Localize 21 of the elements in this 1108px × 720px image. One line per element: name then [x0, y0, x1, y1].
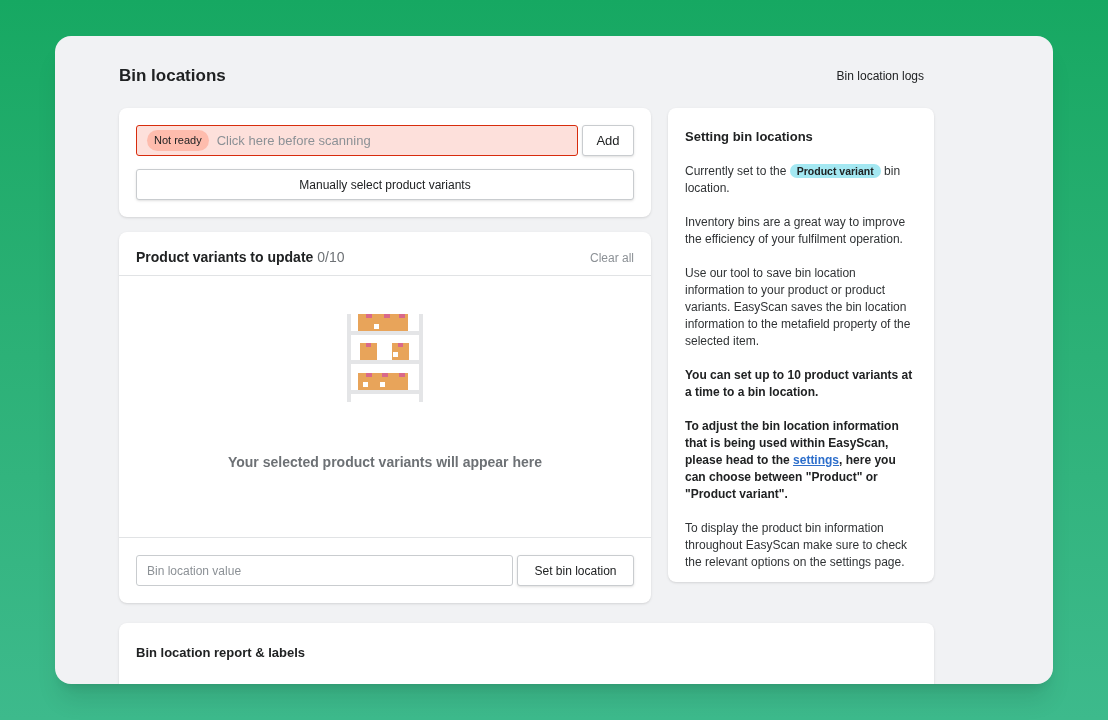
manual-select-button[interactable]: Manually select product variants — [136, 169, 634, 200]
panel-title: Setting bin locations — [685, 128, 814, 146]
page-title: Bin locations — [119, 65, 226, 88]
panel-paragraph: Currently set to the Product variant bin location. — [685, 162, 902, 197]
card-title: Bin location report & labels — [136, 644, 307, 662]
card-title: Product variants to update — [136, 249, 314, 265]
setting-badge: Product variant — [789, 163, 881, 178]
variant-count: 0/10 — [317, 249, 345, 265]
panel-paragraph: To adjust the bin location information that is being used within EasyScan, please head to the settings, here you can choose between "Product" or "Product variant". — [685, 417, 900, 503]
panel-paragraph: You can set up to 10 product variants at a time to a bin location. — [685, 366, 914, 401]
empty-state-message: Your selected product variants will appear here — [227, 453, 543, 472]
panel-paragraph: To display the product bin information throughout EasyScan make sure to check the relevant options on the settings page. — [685, 519, 909, 571]
scan-field[interactable]: Not ready Click here before scanning — [136, 125, 578, 156]
panel-paragraph: Inventory bins are a great way to improve the efficiency of your fulfilment operation. — [685, 213, 907, 248]
scan-placeholder: Click here before scanning — [216, 131, 371, 150]
status-badge: Not ready — [147, 130, 209, 151]
panel-paragraph: Use our tool to save bin location information to your product or product variants. EasyScan saves the bin location information to the metafield property of the selected item. — [685, 264, 912, 350]
bin-location-field[interactable]: Bin location value — [136, 555, 513, 586]
logs-link[interactable]: Bin location logs — [836, 67, 924, 85]
add-button[interactable]: Add — [582, 125, 634, 156]
set-bin-location-button[interactable]: Set bin location — [517, 555, 634, 586]
